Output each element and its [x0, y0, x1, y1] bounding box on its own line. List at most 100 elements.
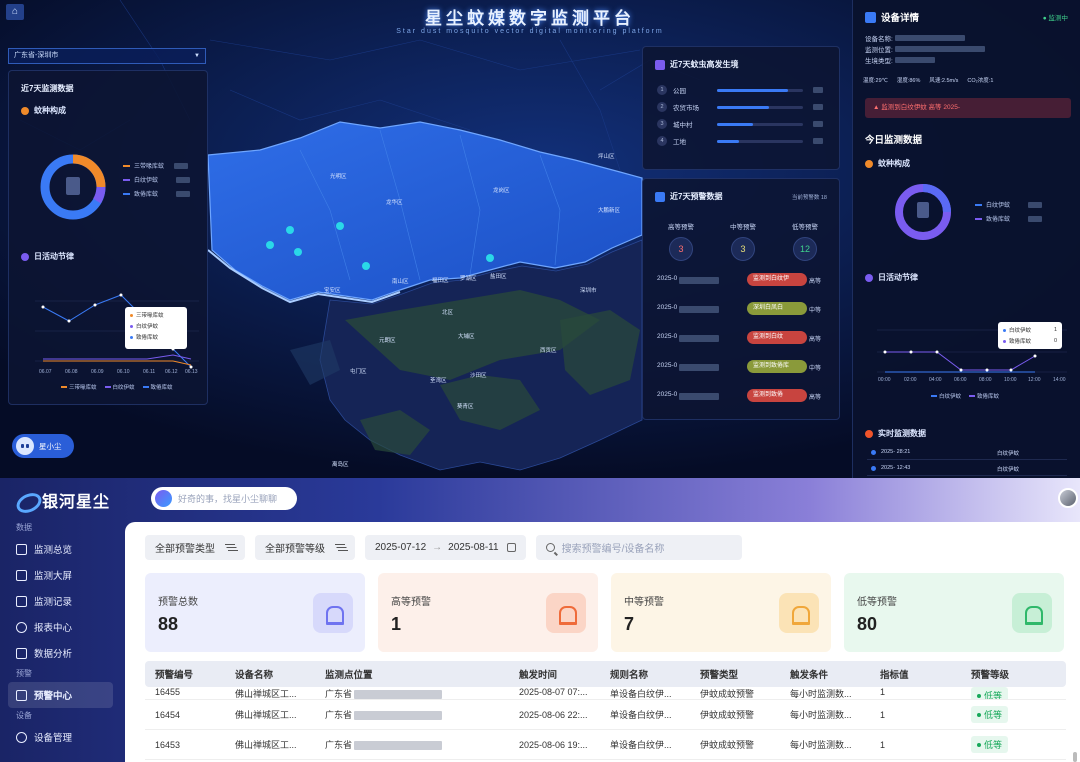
warning-row[interactable]: 2025-0 深圳白凤白 中等 [657, 302, 831, 316]
warning-row[interactable]: 2025-0 监测到白纹伊 高等 [657, 273, 831, 287]
sidebar-item[interactable]: 监测总览 [0, 536, 125, 562]
warning-time-masked [679, 393, 719, 400]
region-select[interactable]: 广东省-深圳市 ▼ [8, 48, 206, 64]
column-header[interactable]: 触发条件 [790, 667, 880, 681]
location-text: 广东省 [325, 710, 353, 720]
status-dot [977, 712, 981, 717]
search-icon [545, 543, 555, 552]
device-icon [865, 11, 876, 23]
map-label: 罗湖区 [460, 274, 477, 282]
device-alarm[interactable]: ▲ 监测到白纹伊蚊 高等 2025- [865, 98, 1071, 118]
svg-text:14:00: 14:00 [1053, 377, 1066, 383]
brand-logo[interactable]: 银河星尘 [16, 488, 110, 512]
habitat-bar [717, 88, 803, 92]
device-detail-panel: 设备详情 ● 监测中 设备名称: 监测位置: 生境类型: 温度:29℃ 湿度:8… [852, 0, 1080, 478]
habitat-bar-fill [717, 105, 769, 109]
home-icon[interactable]: ⌂ [6, 4, 24, 20]
habitat-label: 城中村 [673, 122, 693, 129]
warning-type-filter[interactable]: 全部预警类型 [145, 535, 245, 560]
habitat-row[interactable]: 1 公园 [657, 85, 823, 95]
galaxy-logo-icon [16, 490, 36, 510]
warning-level-filter[interactable]: 全部预警等级 [255, 535, 355, 560]
map-label: 元朗区 [379, 336, 396, 344]
column-header[interactable]: 设备名称 [235, 667, 325, 681]
sidebar-item[interactable]: 报表中心 [0, 614, 125, 640]
warning-message: 深圳白凤白 [747, 302, 807, 315]
sidebar-item[interactable]: 数据分析 [0, 640, 125, 666]
date-range-picker[interactable]: 2025-07-12 → 2025-08-11 [365, 535, 526, 560]
table-cell: 广东省 [325, 738, 519, 751]
table-row[interactable]: 16454 佛山禅城区工... 广东省 2025-08-06 22:... 单设备白纹伊… [145, 700, 1066, 730]
warning-time: 2025-0 [657, 333, 678, 340]
sidebar-item[interactable]: 预警中心 [8, 682, 113, 708]
sidebar-item[interactable]: 监测记录 [0, 588, 125, 614]
table-row[interactable]: 16453 佛山禅城区工... 广东省 2025-08-06 19:... 单设备白纹伊… [145, 730, 1066, 760]
sidebar-item-label: 监测大屏 [34, 571, 73, 582]
table-cell: 佛山禅城区工... [235, 740, 297, 750]
summary-card[interactable]: 预警总数 88 [145, 573, 365, 652]
table-row[interactable]: 16455 佛山禅城区工... 广东省 2025-08-07 07:... 单设备白纹伊… [145, 687, 1066, 700]
column-header[interactable]: 监测点位置 [325, 667, 519, 681]
robot-icon [16, 437, 34, 455]
svg-text:00:00: 00:00 [878, 377, 891, 383]
dashboard-subtitle: Star dust mosquito vector digital monito… [396, 28, 664, 35]
table-cell: 低等 [971, 736, 1061, 753]
realtime-row[interactable]: 2025- 12:43 白纹伊蚊 [867, 462, 1067, 476]
summary-card[interactable]: 高等预警 1 [378, 573, 598, 652]
warning-level: 高等 [809, 395, 822, 401]
map-label: 盐田区 [490, 272, 507, 280]
habitat-bar [717, 139, 803, 143]
column-header[interactable]: 触发时间 [519, 667, 610, 681]
column-header[interactable]: 指标值 [880, 667, 971, 681]
map-label: 离岛区 [332, 460, 349, 468]
warning-row[interactable]: 2025-0 监测到致倦库 中等 [657, 360, 831, 374]
column-header[interactable]: 预警类型 [700, 667, 790, 681]
chevron-down-icon: ▼ [194, 53, 200, 59]
column-header[interactable]: 规则名称 [610, 667, 700, 681]
activity-subtitle: 日活动节律 [21, 251, 74, 262]
summary-cards: 预警总数 88 高等预警 1 中等预警 7 低等预警 80 [145, 573, 1064, 652]
warning-row[interactable]: 2025-0 监测到白纹 高等 [657, 331, 831, 345]
sidebar-item[interactable]: 监测大屏 [0, 562, 125, 588]
map-label: 光明区 [330, 172, 347, 180]
rank-badge: 1 [657, 85, 667, 95]
record-icon [16, 595, 27, 607]
summary-card[interactable]: 低等预警 80 [844, 573, 1064, 652]
column-header[interactable]: 预警编号 [145, 667, 235, 681]
svg-text:06.13: 06.13 [185, 369, 198, 375]
table-cell: 低等 [971, 687, 1061, 699]
warning-message: 监测到致倦 [747, 389, 807, 402]
svg-text:06.11: 06.11 [143, 369, 155, 375]
warning-time: 2025-0 [657, 391, 678, 398]
map-label: 沙田区 [470, 372, 487, 379]
warning-panel: 近7天预警数据 当前预警数 18 高等预警 3 中等预警 3 低等预警 12 2025… [642, 178, 840, 420]
chart-tooltip: 白纹伊蚊 1 致倦库蚊 0 [998, 322, 1062, 349]
habitat-row[interactable]: 4 工地 [657, 136, 823, 146]
habitat-bar-fill [717, 122, 754, 126]
avatar[interactable] [1058, 488, 1078, 508]
map-label: 大埔区 [458, 332, 475, 340]
summary-card[interactable]: 中等预警 7 [611, 573, 831, 652]
realtime-row[interactable]: 2025- 28:21 白纹伊蚊 [867, 446, 1067, 460]
map-label: 坪山区 [598, 152, 615, 160]
habitat-row[interactable]: 2 农贸市场 [657, 102, 823, 112]
assistant-bot-button[interactable]: 星小尘 [12, 434, 74, 458]
screen-icon [16, 569, 27, 581]
level-medium: 中等预警 3 [715, 221, 771, 261]
habitat-panel: 近7天蚊虫高发生境 1 公园 2 农贸市场 3 城中村 4 工地 [642, 46, 840, 170]
status-text: 低等 [984, 710, 1003, 720]
sidebar-item[interactable]: 设备管理 [0, 724, 125, 750]
activity-legend: 三带喙库蚊 白纹伊蚊 致倦库蚊 [61, 383, 173, 391]
habitat-bar [717, 122, 803, 126]
table-scrollbar[interactable] [1073, 752, 1077, 762]
table-cell: 2025-08-06 19:... [519, 739, 588, 750]
column-header[interactable]: 预警等级 [971, 667, 1061, 681]
filter-bar: 全部预警类型 全部预警等级 2025-07-12 → 2025-08-11 搜索… [145, 535, 742, 560]
ask-assistant-input[interactable]: 好奇的事，找星小尘聊聊 [151, 487, 297, 510]
table-cell: 16455 [155, 687, 181, 697]
search-input[interactable]: 搜索预警编号/设备名称 [535, 535, 742, 560]
map-label: 南山区 [392, 277, 409, 285]
warning-row[interactable]: 2025-0 监测到致倦 高等 [657, 389, 831, 403]
habitat-row[interactable]: 3 城中村 [657, 119, 823, 129]
device-info: 设备名称: 监测位置: 生境类型: [865, 34, 985, 67]
